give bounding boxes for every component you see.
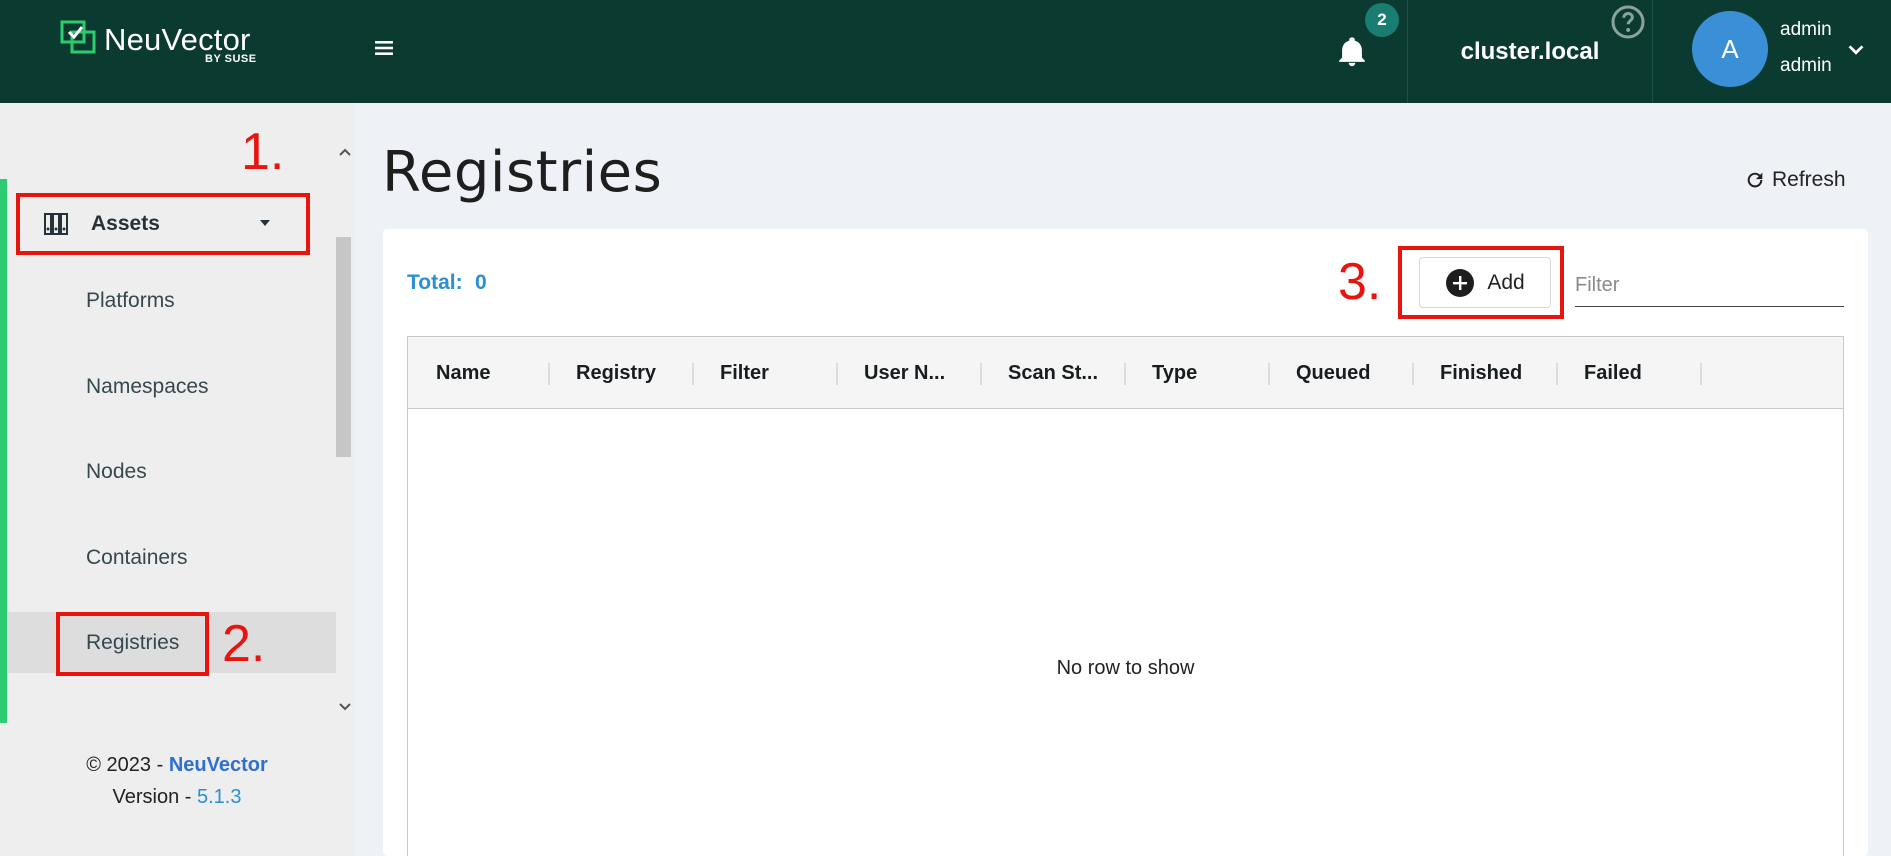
table-header: Name Registry Filter User N... Scan St..… (408, 337, 1843, 409)
annotation-box-registries (56, 612, 209, 676)
avatar[interactable]: A (1692, 11, 1768, 87)
total-value: 0 (475, 271, 487, 294)
version-number: 5.1.3 (197, 786, 242, 808)
column-separator[interactable] (980, 363, 982, 385)
notification-badge: 2 (1365, 3, 1399, 37)
user-role: admin (1780, 55, 1832, 76)
annotation-number-2: 2. (222, 615, 266, 673)
annotation-box-assets (16, 193, 310, 255)
annotation-box-add (1398, 246, 1564, 319)
version-label: Version - (112, 786, 197, 808)
filter-input[interactable] (1575, 265, 1844, 307)
bell-icon[interactable] (1335, 34, 1369, 70)
column-separator[interactable] (1700, 363, 1702, 385)
sidebar-item-containers[interactable]: Containers (86, 546, 188, 570)
user-name: admin (1780, 19, 1832, 40)
annotation-number-3: 3. (1338, 253, 1382, 311)
neuvector-link[interactable]: NeuVector (169, 754, 268, 776)
column-separator[interactable] (1124, 363, 1126, 385)
neuvector-logo-mark-icon (60, 20, 96, 54)
sidebar-item-platforms[interactable]: Platforms (86, 289, 175, 313)
column-header-name[interactable]: Name (436, 337, 490, 409)
total-label: Total: (407, 271, 463, 294)
sidebar-item-namespaces[interactable]: Namespaces (86, 375, 209, 399)
column-header-finished[interactable]: Finished (1440, 337, 1522, 409)
hamburger-menu-icon[interactable] (372, 36, 396, 60)
column-header-type[interactable]: Type (1152, 337, 1197, 409)
help-icon[interactable] (1610, 4, 1646, 40)
sidebar-footer-copyright: © 2023 - NeuVector (0, 754, 354, 777)
top-navbar: NeuVector BY SUSE 2 cluster.local A admi… (0, 0, 1891, 103)
column-separator[interactable] (1412, 363, 1414, 385)
registries-table: Name Registry Filter User N... Scan St..… (407, 336, 1844, 856)
column-header-queued[interactable]: Queued (1296, 337, 1370, 409)
sidebar-active-accent (0, 179, 7, 723)
refresh-button[interactable]: Refresh (1744, 168, 1846, 192)
refresh-label: Refresh (1772, 168, 1846, 191)
column-header-filter[interactable]: Filter (720, 337, 769, 409)
sidebar-item-nodes[interactable]: Nodes (86, 460, 147, 484)
column-separator[interactable] (1268, 363, 1270, 385)
column-separator[interactable] (1556, 363, 1558, 385)
column-header-username[interactable]: User N... (864, 337, 945, 409)
column-header-registry[interactable]: Registry (576, 337, 656, 409)
annotation-number-1: 1. (241, 123, 285, 181)
page-title: Registries (382, 140, 663, 205)
chevron-down-icon[interactable] (336, 698, 354, 716)
column-header-failed[interactable]: Failed (1584, 337, 1642, 409)
neuvector-logo[interactable]: NeuVector BY SUSE (60, 20, 270, 70)
header-divider (1652, 0, 1653, 103)
sidebar-footer-version: Version - 5.1.3 (0, 786, 354, 809)
column-separator[interactable] (548, 363, 550, 385)
brand-subtitle: BY SUSE (205, 53, 257, 65)
chevron-up-icon[interactable] (336, 143, 354, 161)
column-separator[interactable] (836, 363, 838, 385)
refresh-icon (1747, 172, 1763, 188)
copyright-text: © 2023 - (86, 754, 169, 776)
column-header-scan-status[interactable]: Scan St... (1008, 337, 1098, 409)
chevron-down-icon[interactable] (1845, 39, 1867, 61)
sidebar-scrollbar-thumb[interactable] (336, 237, 351, 457)
column-separator[interactable] (692, 363, 694, 385)
empty-table-message: No row to show (1056, 657, 1195, 679)
